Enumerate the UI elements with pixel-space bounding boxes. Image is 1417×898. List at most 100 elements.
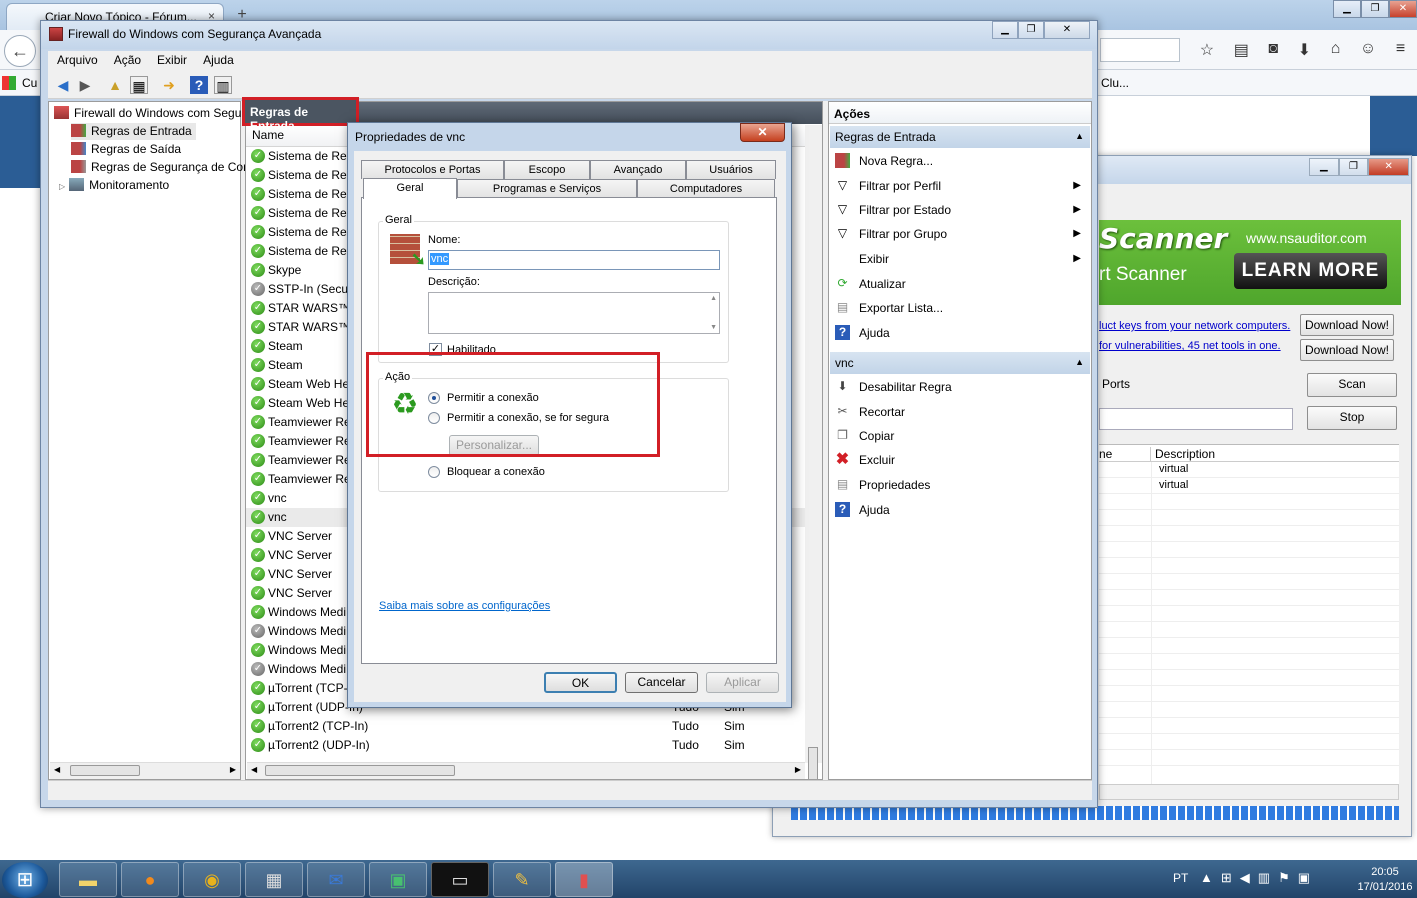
back-icon[interactable]: ◀ (54, 76, 72, 94)
tab-scope[interactable]: Escopo (504, 160, 590, 179)
clock[interactable]: 20:05 17/01/2016 (1355, 865, 1415, 895)
menu-exibir[interactable]: Exibir (157, 51, 187, 71)
close-icon[interactable]: ✕ (1044, 21, 1090, 39)
minimize-icon[interactable]: ▁ (1309, 158, 1339, 176)
action-new-rule[interactable]: Nova Regra... (859, 154, 933, 168)
rule-row[interactable]: ✓ µTorrent2 (TCP-In) Tudo Sim (246, 717, 822, 736)
expand-icon[interactable]: ▷ (59, 182, 65, 191)
tab-protocols-ports[interactable]: Protocolos e Portas (361, 160, 504, 179)
description-field[interactable]: ▲ ▼ (428, 292, 720, 334)
up-folder-icon[interactable]: ▲ (106, 76, 124, 94)
tab-computers[interactable]: Computadores (637, 179, 775, 198)
forward-icon[interactable]: ▶ (76, 76, 94, 94)
horizontal-scrollbar[interactable]: ◀ ▶ (247, 762, 805, 779)
collapse-icon[interactable]: ▲ (1075, 357, 1084, 367)
network-tray-icon[interactable]: ▥ (1258, 870, 1278, 885)
show-hide-tree-icon[interactable]: ▦ (130, 76, 148, 94)
download-now-button[interactable]: Download Now! (1300, 314, 1394, 336)
windows-tray-icon[interactable]: ⊞ (1221, 870, 1240, 885)
column-name[interactable]: ne (1099, 447, 1151, 461)
horizontal-scrollbar[interactable] (1099, 784, 1399, 800)
table-row[interactable]: virtual (1099, 478, 1399, 494)
minimize-icon[interactable]: ▁ (992, 21, 1018, 39)
show-hidden-icon[interactable]: ▲ (1200, 870, 1221, 885)
scroll-down-icon[interactable]: ▼ (710, 324, 717, 331)
action-copy[interactable]: Copiar (859, 429, 894, 443)
promo-link[interactable]: luct keys from your network computers. (1099, 320, 1290, 332)
tab-users[interactable]: Usuários (686, 160, 776, 179)
nsauditor-ad-banner[interactable]: Scanner www.nsauditor.com rt Scanner LEA… (1099, 220, 1401, 305)
bookmark-item[interactable]: Clu... (1101, 76, 1129, 90)
app-tray-icon[interactable]: ▣ (1298, 870, 1318, 885)
download-now-button[interactable]: Download Now! (1300, 339, 1394, 361)
tree-item-outbound[interactable]: Regras de Saída (71, 141, 181, 158)
block-radio[interactable] (428, 466, 440, 478)
action-filter-profile[interactable]: Filtrar por Perfil (859, 179, 941, 193)
tab-general[interactable]: Geral (363, 178, 457, 199)
learn-more-link[interactable]: Saiba mais sobre as configurações (379, 600, 550, 612)
close-icon[interactable]: ✕ (1389, 0, 1417, 18)
explorer-icon[interactable]: ▬ (59, 862, 117, 897)
paint-icon[interactable]: ✎ (493, 862, 551, 897)
language-indicator[interactable]: PT (1173, 871, 1188, 885)
outlook-icon[interactable]: ✉ (307, 862, 365, 897)
rule-row[interactable]: ✓ µTorrent2 (UDP-In) Tudo Sim (246, 736, 822, 755)
tree-item-connection-security[interactable]: Regras de Segurança de Cor (71, 159, 247, 176)
reading-list-icon[interactable]: ▤ (1234, 40, 1249, 62)
flag-icon[interactable]: ⚑ (1278, 870, 1298, 885)
menu-acao[interactable]: Ação (114, 51, 141, 71)
pocket-icon[interactable]: ◙ (1268, 40, 1278, 62)
firewall-taskbar-icon[interactable]: ▮ (555, 862, 613, 897)
scroll-thumb[interactable] (808, 747, 818, 779)
scroll-right-icon[interactable]: ▶ (230, 765, 236, 774)
actions-section-vnc[interactable]: vnc ▲ (830, 352, 1090, 374)
export-icon[interactable]: ➜ (160, 76, 178, 94)
action-refresh[interactable]: Atualizar (859, 277, 906, 291)
stop-button[interactable]: Stop (1307, 406, 1397, 430)
command-prompt-icon[interactable]: ▭ (431, 862, 489, 897)
apply-button[interactable]: Aplicar (706, 672, 779, 693)
star-icon[interactable]: ☆ (1200, 40, 1214, 62)
actions-section-inbound[interactable]: Regras de Entrada ▲ (830, 126, 1090, 148)
horizontal-scrollbar[interactable]: ◀ ▶ (50, 762, 240, 779)
menu-arquivo[interactable]: Arquivo (57, 51, 98, 71)
tab-programs-services[interactable]: Programas e Serviços (457, 179, 637, 198)
action-disable-rule[interactable]: Desabilitar Regra (859, 380, 952, 394)
scroll-left-icon[interactable]: ◀ (54, 765, 60, 774)
close-icon[interactable]: ✕ (1368, 158, 1409, 176)
ok-button[interactable]: OK (544, 672, 617, 693)
home-icon[interactable]: ⌂ (1331, 40, 1341, 62)
cancel-button[interactable]: Cancelar (625, 672, 698, 693)
column-description[interactable]: Description (1155, 447, 1215, 461)
action-export-list[interactable]: Exportar Lista... (859, 301, 943, 315)
minimize-icon[interactable]: ▁ (1333, 0, 1361, 18)
tab-advanced[interactable]: Avançado (590, 160, 686, 179)
chat-icon[interactable]: ☺ (1360, 40, 1376, 62)
promo-link[interactable]: for vulnerabilities, 45 net tools in one… (1099, 340, 1281, 352)
vertical-scrollbar[interactable] (805, 125, 822, 779)
table-row[interactable]: virtual (1099, 462, 1399, 478)
action-help[interactable]: Ajuda (859, 503, 890, 517)
show-hide-action-pane-icon[interactable]: ▥ (214, 76, 232, 94)
menu-ajuda[interactable]: Ajuda (203, 51, 234, 71)
maximize-icon[interactable]: ❐ (1338, 158, 1369, 176)
chrome-icon[interactable]: ◉ (183, 862, 241, 897)
download-icon[interactable]: ⬇ (1298, 40, 1311, 62)
close-icon[interactable]: ✕ (740, 123, 785, 142)
maximize-icon[interactable]: ❐ (1361, 0, 1389, 18)
volume-icon[interactable]: ◀ (1240, 870, 1258, 885)
network-icon[interactable]: ▣ (369, 862, 427, 897)
scroll-right-icon[interactable]: ▶ (795, 765, 801, 774)
url-bar[interactable] (1100, 38, 1180, 62)
back-arrow-icon[interactable]: ← (4, 35, 36, 67)
start-button[interactable]: ⊞ (2, 862, 48, 898)
help-icon[interactable]: ? (190, 76, 208, 94)
host-input[interactable] (1099, 408, 1293, 430)
bookmark-item[interactable]: Cu (22, 76, 37, 90)
maximize-icon[interactable]: ❐ (1018, 21, 1044, 39)
learn-more-button[interactable]: LEARN MORE (1234, 253, 1387, 289)
scroll-up-icon[interactable]: ▲ (710, 295, 717, 302)
name-field[interactable]: vnc (428, 250, 720, 270)
scan-button[interactable]: Scan (1307, 373, 1397, 397)
tree-item-root[interactable]: Firewall do Windows com Segu (54, 105, 241, 122)
